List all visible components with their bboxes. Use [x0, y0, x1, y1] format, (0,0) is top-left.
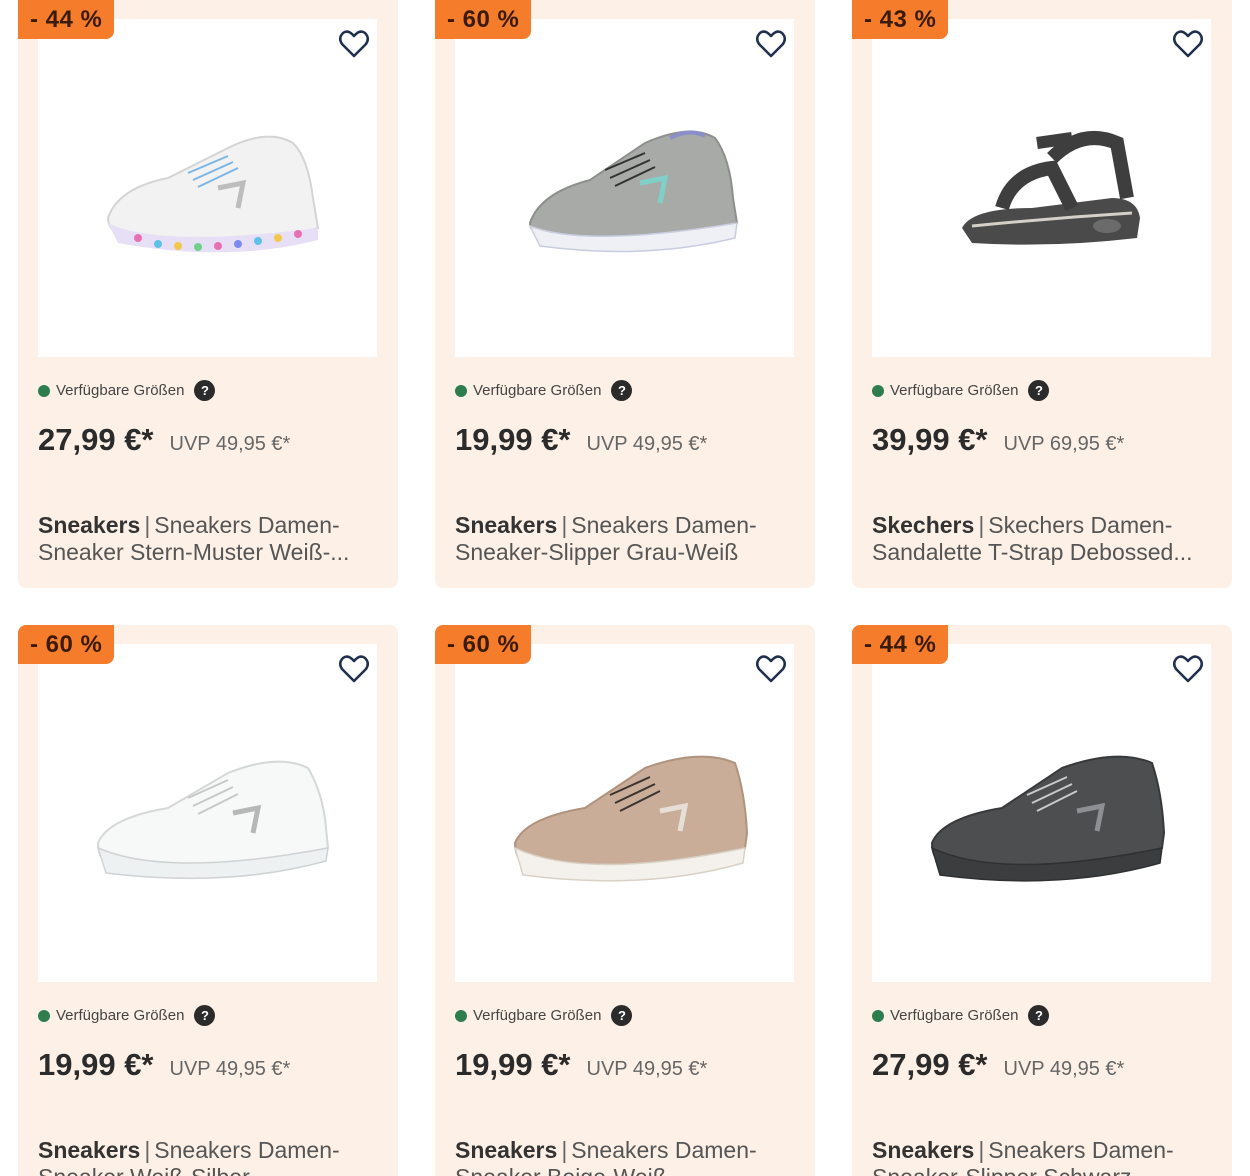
- available-dot-icon: [872, 384, 884, 397]
- original-price: UVP 49,95 €*: [586, 1058, 708, 1080]
- sale-price: 39,99 €*: [872, 422, 988, 457]
- product-image[interactable]: [38, 19, 377, 357]
- help-icon[interactable]: ?: [1028, 1005, 1050, 1026]
- available-dot-icon: [872, 1009, 884, 1022]
- price-row: 19,99 €* UVP 49,95 €*: [455, 422, 707, 458]
- original-price: UVP 49,95 €*: [169, 433, 291, 455]
- availability-info: Verfügbare Größen ?: [38, 380, 216, 401]
- separator: |: [561, 512, 568, 538]
- availability-info: Verfügbare Größen ?: [455, 380, 633, 401]
- wishlist-heart-icon[interactable]: [755, 28, 787, 60]
- availability-info: Verfügbare Größen ?: [872, 380, 1050, 401]
- black-sneaker-image: [930, 755, 1165, 882]
- product-image[interactable]: [38, 644, 377, 982]
- wishlist-heart-icon[interactable]: [338, 28, 370, 60]
- help-icon[interactable]: ?: [611, 1005, 633, 1026]
- original-price: UVP 69,95 €*: [1003, 433, 1125, 455]
- product-title[interactable]: Sneakers|Sneakers Damen-Sneaker Weiß-Sil…: [38, 1137, 368, 1176]
- product-image[interactable]: [455, 19, 794, 357]
- separator: |: [144, 512, 151, 538]
- help-icon[interactable]: ?: [1028, 380, 1050, 401]
- discount-badge: - 60 %: [18, 625, 115, 664]
- product-grid: - 44 % Verfügbare Größen ? 27,99 €* UVP …: [18, 0, 1232, 1176]
- available-dot-icon: [455, 384, 467, 397]
- discount-badge: - 60 %: [435, 625, 532, 664]
- product-brand: Sneakers: [455, 512, 558, 538]
- product-card[interactable]: - 43 % Verfügbare Größen ? 39,99 €* UVP …: [852, 0, 1232, 588]
- price-row: 19,99 €* UVP 49,95 €*: [455, 1047, 707, 1083]
- availability-label: Verfügbare Größen: [890, 1007, 1019, 1024]
- discount-badge: - 44 %: [18, 0, 115, 39]
- wishlist-heart-icon[interactable]: [1172, 653, 1204, 685]
- grey-knit-sneaker-image: [527, 130, 738, 253]
- beige-sneaker-image: [513, 755, 748, 882]
- original-price: UVP 49,95 €*: [1003, 1058, 1125, 1080]
- discount-badge: - 60 %: [435, 0, 532, 39]
- product-image[interactable]: [872, 644, 1211, 982]
- help-icon[interactable]: ?: [611, 380, 633, 401]
- discount-badge: - 44 %: [852, 625, 949, 664]
- product-image[interactable]: [455, 644, 794, 982]
- product-image[interactable]: [872, 19, 1211, 357]
- separator: |: [978, 512, 985, 538]
- product-card[interactable]: - 60 % Verfügbare Größen ? 19,99 €* UVP …: [435, 0, 815, 588]
- availability-info: Verfügbare Größen ?: [455, 1005, 633, 1026]
- product-title[interactable]: Sneakers|Sneakers Damen-Sneaker-Slipper …: [455, 512, 785, 566]
- product-brand: Sneakers: [455, 1137, 558, 1163]
- wishlist-heart-icon[interactable]: [755, 653, 787, 685]
- availability-info: Verfügbare Größen ?: [872, 1005, 1050, 1026]
- availability-label: Verfügbare Größen: [56, 1007, 185, 1024]
- product-card[interactable]: - 60 % Verfügbare Größen ? 19,99 €* UVP …: [18, 625, 398, 1176]
- price-row: 19,99 €* UVP 49,95 €*: [38, 1047, 290, 1083]
- availability-label: Verfügbare Größen: [56, 382, 185, 399]
- availability-label: Verfügbare Größen: [473, 382, 602, 399]
- product-brand: Sneakers: [38, 512, 141, 538]
- white-sneaker-star-sole-image: [106, 135, 319, 253]
- product-card[interactable]: - 44 % Verfügbare Größen ? 27,99 €* UVP …: [852, 625, 1232, 1176]
- product-title[interactable]: Skechers | Skechers Damen-Sandalette T-Str…: [872, 512, 1202, 566]
- product-card[interactable]: - 60 % Verfügbare Größen ? 19,99 €* UVP …: [435, 625, 815, 1176]
- price-row: 27,99 €* UVP 49,95 €*: [872, 1047, 1124, 1083]
- availability-label: Verfügbare Größen: [473, 1007, 602, 1024]
- price-row: 39,99 €* UVP 69,95 €*: [872, 422, 1124, 458]
- availability-info: Verfügbare Größen ?: [38, 1005, 216, 1026]
- price-row: 27,99 €* UVP 49,95 €*: [38, 422, 290, 458]
- help-icon[interactable]: ?: [194, 1005, 216, 1026]
- help-icon[interactable]: ?: [194, 380, 216, 401]
- product-brand: Sneakers: [38, 1137, 141, 1163]
- original-price: UVP 49,95 €*: [586, 433, 708, 455]
- wishlist-heart-icon[interactable]: [338, 653, 370, 685]
- available-dot-icon: [38, 1009, 50, 1022]
- available-dot-icon: [455, 1009, 467, 1022]
- sale-price: 19,99 €*: [455, 1047, 571, 1082]
- product-title[interactable]: Sneakers | Sneakers Damen-Sneaker Stern-Mu…: [38, 512, 368, 566]
- availability-label: Verfügbare Größen: [890, 382, 1019, 399]
- product-title[interactable]: Sneakers|Sneakers Damen-Sneaker-Slipper …: [872, 1137, 1202, 1176]
- separator: |: [561, 1137, 568, 1163]
- product-brand: Sneakers: [872, 1137, 975, 1163]
- sale-price: 27,99 €*: [38, 422, 154, 457]
- sale-price: 27,99 €*: [872, 1047, 988, 1082]
- sale-price: 19,99 €*: [38, 1047, 154, 1082]
- separator: |: [144, 1137, 151, 1163]
- discount-badge: - 43 %: [852, 0, 949, 39]
- white-sneaker-image: [96, 760, 329, 880]
- sale-price: 19,99 €*: [455, 422, 571, 457]
- product-card[interactable]: - 44 % Verfügbare Größen ? 27,99 €* UVP …: [18, 0, 398, 588]
- separator: |: [978, 1137, 985, 1163]
- wishlist-heart-icon[interactable]: [1172, 28, 1204, 60]
- product-brand: Skechers: [872, 512, 975, 538]
- original-price: UVP 49,95 €*: [169, 1058, 291, 1080]
- available-dot-icon: [38, 384, 50, 397]
- dark-grey-sandal-image: [961, 131, 1140, 245]
- product-title[interactable]: Sneakers|Sneakers Damen-Sneaker Beige-We…: [455, 1137, 785, 1176]
